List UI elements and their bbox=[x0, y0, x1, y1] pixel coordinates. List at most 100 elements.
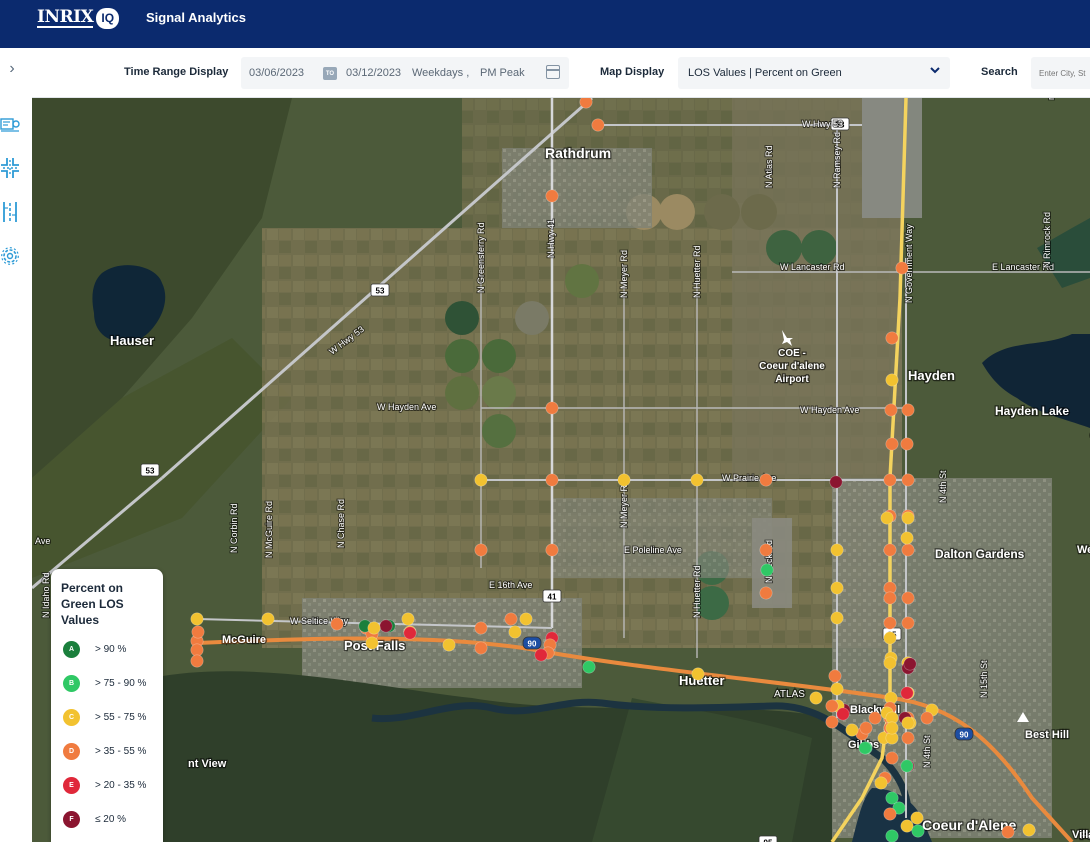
signal-marker[interactable] bbox=[883, 807, 897, 821]
signal-marker[interactable] bbox=[830, 611, 844, 625]
signal-marker[interactable] bbox=[545, 543, 559, 557]
signal-marker[interactable] bbox=[885, 373, 899, 387]
signal-marker[interactable] bbox=[759, 473, 773, 487]
signal-marker[interactable] bbox=[474, 641, 488, 655]
map-view[interactable]: 5353534190909595 RathdrumHauserHaydenHay… bbox=[32, 98, 1090, 842]
signal-marker[interactable] bbox=[880, 511, 894, 525]
signal-marker[interactable] bbox=[901, 543, 915, 557]
signal-marker[interactable] bbox=[367, 621, 381, 635]
signal-marker[interactable] bbox=[858, 741, 872, 755]
signal-marker[interactable] bbox=[545, 189, 559, 203]
signal-marker[interactable] bbox=[836, 707, 850, 721]
signal-marker[interactable] bbox=[901, 403, 915, 417]
signal-marker[interactable] bbox=[884, 403, 898, 417]
signal-marker[interactable] bbox=[903, 657, 917, 671]
signal-marker[interactable] bbox=[910, 811, 924, 825]
signal-marker[interactable] bbox=[474, 543, 488, 557]
signal-marker[interactable] bbox=[691, 667, 705, 681]
signal-marker[interactable] bbox=[829, 475, 843, 489]
signal-marker[interactable] bbox=[859, 721, 873, 735]
signal-marker[interactable] bbox=[617, 473, 631, 487]
signal-marker[interactable] bbox=[190, 654, 204, 668]
gear-icon[interactable] bbox=[0, 245, 20, 267]
intersection-icon[interactable] bbox=[0, 157, 20, 179]
signal-marker[interactable] bbox=[190, 612, 204, 626]
signal-marker[interactable] bbox=[1001, 825, 1015, 839]
signal-marker[interactable] bbox=[901, 473, 915, 487]
signal-marker[interactable] bbox=[883, 591, 897, 605]
signal-marker[interactable] bbox=[901, 511, 915, 525]
signal-marker[interactable] bbox=[901, 716, 915, 730]
signal-marker[interactable] bbox=[900, 819, 914, 833]
signal-marker[interactable] bbox=[474, 473, 488, 487]
signal-marker[interactable] bbox=[403, 626, 417, 640]
signal-marker[interactable] bbox=[582, 660, 596, 674]
signal-marker[interactable] bbox=[365, 636, 379, 650]
map-display-select[interactable]: LOS Values | Percent on Green bbox=[678, 57, 950, 89]
signal-marker[interactable] bbox=[830, 682, 844, 696]
signal-marker[interactable] bbox=[900, 437, 914, 451]
signal-marker[interactable] bbox=[519, 612, 533, 626]
signal-marker[interactable] bbox=[901, 731, 915, 745]
signal-marker[interactable] bbox=[401, 612, 415, 626]
search-input[interactable] bbox=[1031, 57, 1090, 89]
signal-marker[interactable] bbox=[885, 437, 899, 451]
date-range-picker[interactable]: 03/06/2023 TO 03/12/2023 Weekdays , PM P… bbox=[241, 57, 569, 89]
signal-marker[interactable] bbox=[883, 543, 897, 557]
signal-marker[interactable] bbox=[883, 616, 897, 630]
chevron-right-icon[interactable]: › bbox=[2, 58, 22, 80]
signal-marker[interactable] bbox=[545, 401, 559, 415]
signal-marker[interactable] bbox=[759, 586, 773, 600]
signal-marker[interactable] bbox=[330, 617, 344, 631]
signal-marker[interactable] bbox=[579, 98, 593, 109]
signal-marker[interactable] bbox=[830, 581, 844, 595]
signal-marker[interactable] bbox=[874, 776, 888, 790]
signal-marker[interactable] bbox=[261, 612, 275, 626]
signal-marker[interactable] bbox=[809, 691, 823, 705]
time-period[interactable]: PM Peak bbox=[480, 67, 525, 79]
corridor-icon[interactable] bbox=[0, 201, 20, 223]
weekday-filter[interactable]: Weekdays , bbox=[412, 67, 469, 79]
signal-marker[interactable] bbox=[759, 543, 773, 557]
signal-marker[interactable] bbox=[885, 829, 899, 842]
signal-marker[interactable] bbox=[885, 721, 899, 735]
start-date[interactable]: 03/06/2023 bbox=[249, 67, 304, 79]
signal-marker[interactable] bbox=[825, 699, 839, 713]
signal-marker[interactable] bbox=[191, 625, 205, 639]
signal-marker[interactable] bbox=[883, 631, 897, 645]
calendar-icon[interactable] bbox=[546, 65, 560, 79]
signal-marker[interactable] bbox=[911, 824, 925, 838]
signal-marker[interactable] bbox=[1022, 823, 1036, 837]
signal-marker[interactable] bbox=[534, 648, 548, 662]
signal-marker[interactable] bbox=[885, 331, 899, 345]
map-canvas[interactable]: 5353534190909595 RathdrumHauserHaydenHay… bbox=[32, 98, 1090, 842]
end-date[interactable]: 03/12/2023 bbox=[346, 67, 401, 79]
signal-marker[interactable] bbox=[900, 686, 914, 700]
signal-marker[interactable] bbox=[883, 473, 897, 487]
signal-marker[interactable] bbox=[379, 619, 393, 633]
signal-marker[interactable] bbox=[883, 656, 897, 670]
signal-marker[interactable] bbox=[508, 625, 522, 639]
signal-marker[interactable] bbox=[900, 531, 914, 545]
signal-marker[interactable] bbox=[868, 711, 882, 725]
signal-marker[interactable] bbox=[545, 473, 559, 487]
signal-marker[interactable] bbox=[900, 759, 914, 773]
signal-marker[interactable] bbox=[190, 643, 204, 657]
signal-marker[interactable] bbox=[885, 751, 899, 765]
search-field[interactable] bbox=[1031, 57, 1090, 89]
signal-marker[interactable] bbox=[901, 616, 915, 630]
dashboard-icon[interactable] bbox=[0, 114, 20, 136]
signal-marker[interactable] bbox=[504, 612, 518, 626]
signal-marker[interactable] bbox=[845, 723, 859, 737]
signal-marker[interactable] bbox=[825, 715, 839, 729]
inrix-iq-logo[interactable]: INRIX IQ bbox=[37, 7, 120, 29]
signal-marker[interactable] bbox=[901, 591, 915, 605]
signal-marker[interactable] bbox=[760, 563, 774, 577]
signal-marker[interactable] bbox=[442, 638, 456, 652]
signal-marker[interactable] bbox=[920, 711, 934, 725]
signal-marker[interactable] bbox=[690, 473, 704, 487]
signal-marker[interactable] bbox=[828, 669, 842, 683]
signal-marker[interactable] bbox=[830, 543, 844, 557]
signal-marker[interactable] bbox=[895, 261, 909, 275]
signal-marker[interactable] bbox=[474, 621, 488, 635]
